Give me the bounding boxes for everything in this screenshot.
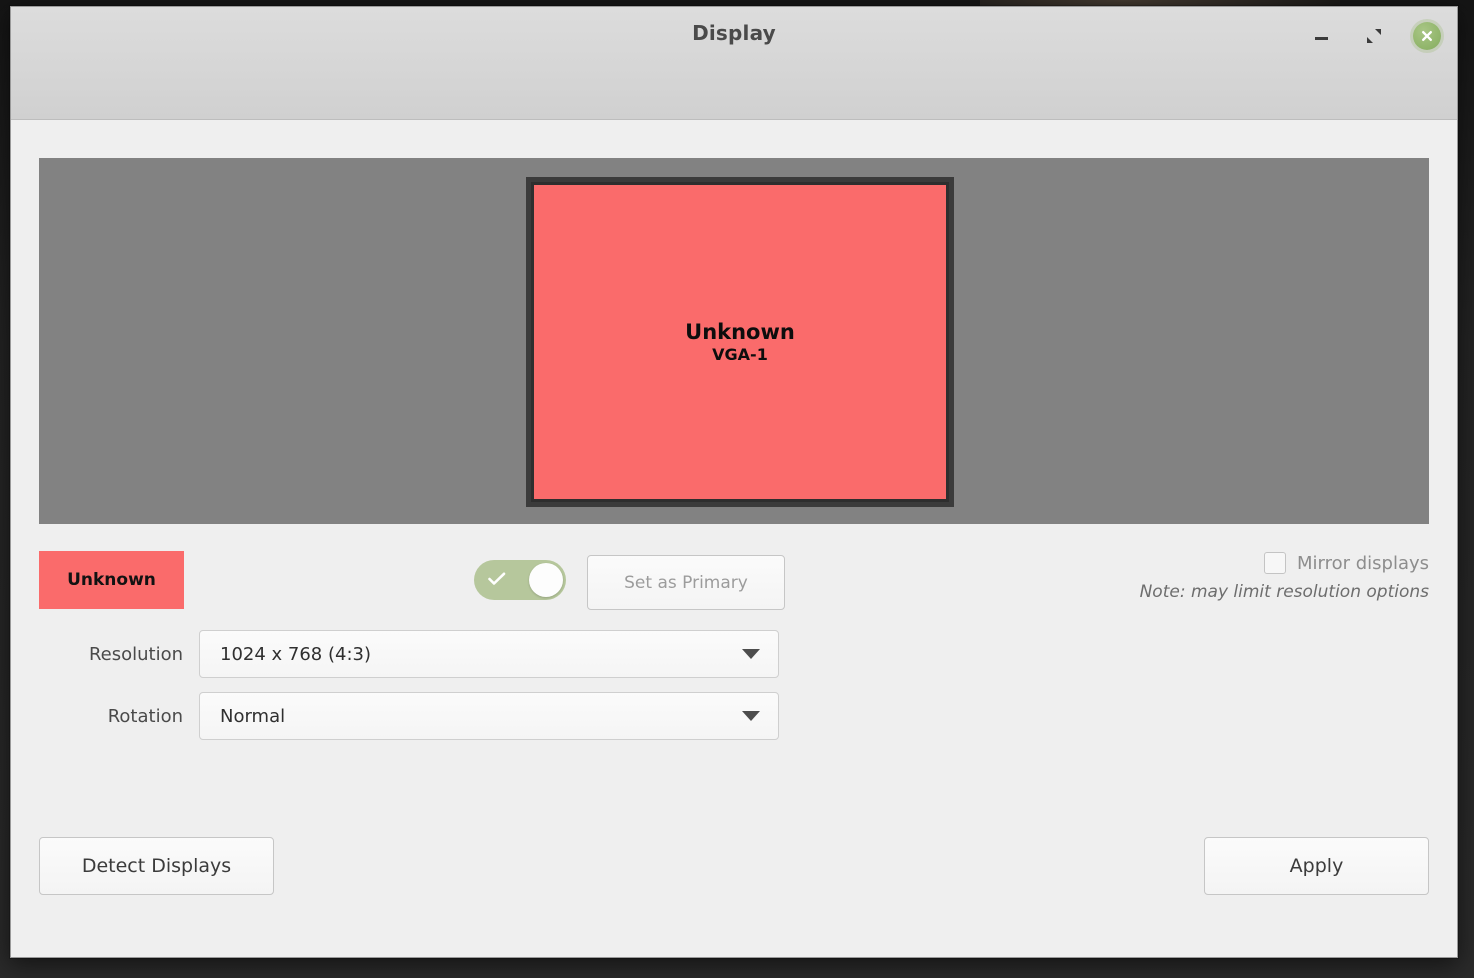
- window-controls: [1309, 19, 1441, 53]
- mirror-displays-note: Note: may limit resolution options: [1139, 582, 1429, 602]
- rotation-select[interactable]: Normal: [199, 692, 779, 740]
- display-settings-form: Resolution 1024 x 768 (4:3) Rotation Nor…: [39, 630, 799, 754]
- rotation-row: Rotation Normal: [39, 692, 799, 740]
- monitor-controls-row: Unknown Set as Primary Mirror displays N…: [39, 548, 1429, 618]
- maximize-restore-icon[interactable]: [1361, 23, 1387, 49]
- monitor-screen: Unknown VGA-1: [531, 182, 949, 502]
- close-icon[interactable]: [1413, 22, 1441, 50]
- monitor-preview-vga1[interactable]: Unknown VGA-1: [526, 177, 954, 507]
- mirror-displays-block: Mirror displays Note: may limit resoluti…: [1009, 552, 1429, 602]
- resolution-label: Resolution: [88, 643, 183, 665]
- apply-button[interactable]: Apply: [1204, 837, 1429, 895]
- resolution-row: Resolution 1024 x 768 (4:3): [39, 630, 799, 678]
- mirror-displays-label: Mirror displays: [1296, 552, 1429, 574]
- display-arrangement-canvas[interactable]: Unknown VGA-1: [39, 158, 1429, 524]
- window-title: Display: [692, 21, 776, 45]
- mirror-displays-checkbox-row[interactable]: Mirror displays: [1009, 552, 1429, 574]
- set-as-primary-button[interactable]: Set as Primary: [587, 555, 785, 610]
- check-icon: [488, 571, 506, 590]
- resolution-select[interactable]: 1024 x 768 (4:3): [199, 630, 779, 678]
- window-body: Unknown VGA-1 Unknown Set as Primary Mir…: [11, 120, 1457, 957]
- monitor-selector-badge[interactable]: Unknown: [39, 551, 184, 609]
- detect-displays-button[interactable]: Detect Displays: [39, 837, 274, 895]
- rotation-label: Rotation: [107, 705, 183, 727]
- monitor-preview-output: VGA-1: [712, 344, 768, 364]
- chevron-down-icon: [742, 649, 760, 659]
- display-enabled-toggle[interactable]: [474, 560, 566, 600]
- chevron-down-icon: [742, 711, 760, 721]
- rotation-value: Normal: [220, 705, 286, 727]
- monitor-preview-name: Unknown: [685, 319, 795, 344]
- toggle-knob: [529, 563, 563, 597]
- display-settings-window: Display Unknown VGA-1 Unknown Set as Pri…: [10, 6, 1458, 958]
- resolution-value: 1024 x 768 (4:3): [220, 643, 371, 665]
- mirror-displays-checkbox[interactable]: [1263, 552, 1286, 574]
- minimize-icon[interactable]: [1309, 23, 1335, 49]
- window-titlebar[interactable]: Display: [11, 7, 1457, 120]
